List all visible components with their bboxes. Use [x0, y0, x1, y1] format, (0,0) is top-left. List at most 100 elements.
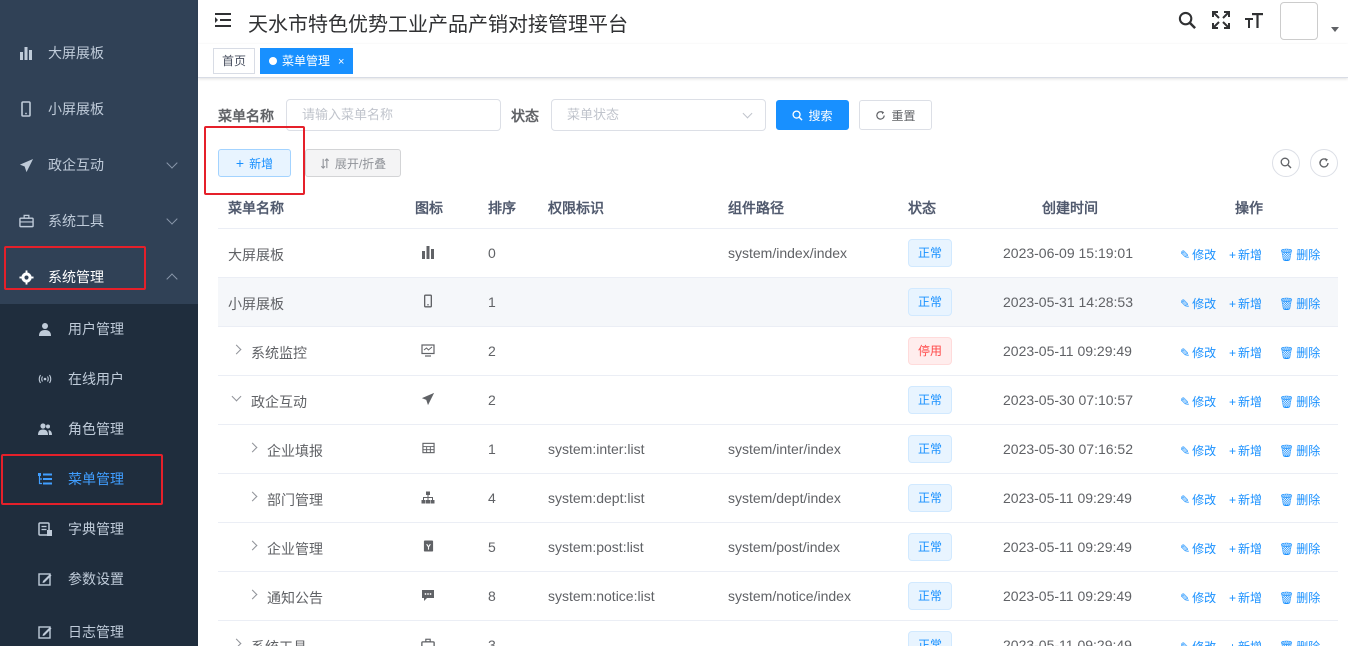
- search-icon[interactable]: [1177, 10, 1197, 30]
- tag-home[interactable]: 首页: [213, 48, 256, 74]
- tag-menu-management[interactable]: 菜单管理 ×: [260, 48, 354, 74]
- table-row[interactable]: 大屏展板 0 system/index/index 正常 2023-06-09 …: [218, 229, 1338, 278]
- sidebar-subitem-dict[interactable]: 字典管理: [0, 504, 198, 554]
- edit-icon: ✎: [1180, 443, 1191, 458]
- delete-button[interactable]: 🗑删除: [1279, 442, 1320, 459]
- sidebar-subitem-logs[interactable]: 日志管理: [0, 607, 198, 646]
- table-row[interactable]: 部门管理 4 system:dept:list system/dept/inde…: [218, 474, 1338, 523]
- table-row[interactable]: 小屏展板 1 正常 2023-05-31 14:28:53 ✎ 修改 + 新增 🗑 删…: [218, 278, 1338, 327]
- trash-icon: 🗑: [1279, 492, 1295, 507]
- delete-button[interactable]: 🗑删除: [1279, 540, 1320, 557]
- edit-button[interactable]: ✎修改: [1180, 442, 1216, 459]
- delete-label: 删除: [1296, 493, 1321, 507]
- add-child-button[interactable]: +新增: [1229, 246, 1262, 263]
- close-icon[interactable]: ×: [338, 56, 344, 68]
- add-child-button[interactable]: +新增: [1229, 540, 1262, 557]
- plus-icon: +: [1229, 443, 1237, 458]
- avatar[interactable]: [1280, 2, 1318, 40]
- delete-button[interactable]: 🗑删除: [1279, 491, 1320, 508]
- expand-row-icon[interactable]: [247, 442, 258, 453]
- delete-button[interactable]: 🗑删除: [1279, 295, 1320, 312]
- caret-down-icon[interactable]: [1331, 27, 1339, 32]
- active-dot-icon: [269, 57, 277, 65]
- sidebar-item-big-screen[interactable]: 大屏展板: [0, 25, 198, 81]
- path-cell: system/index/index: [728, 245, 848, 261]
- edit-button[interactable]: ✎修改: [1180, 393, 1216, 410]
- table-row[interactable]: 企业管理 5 system:post:list system/post/inde…: [218, 523, 1338, 572]
- edit-button[interactable]: ✎修改: [1180, 589, 1216, 606]
- delete-button[interactable]: 🗑删除: [1279, 589, 1320, 606]
- font-size-icon[interactable]: [1244, 10, 1264, 30]
- toolbox-icon: [18, 213, 34, 229]
- order-cell: 4: [488, 490, 496, 506]
- add-child-button[interactable]: +新增: [1229, 344, 1262, 361]
- edit-button[interactable]: ✎修改: [1180, 295, 1216, 312]
- edit-button[interactable]: ✎修改: [1180, 638, 1216, 646]
- expand-row-icon[interactable]: [231, 638, 242, 646]
- expand-row-icon[interactable]: [231, 344, 242, 355]
- path-cell: system/notice/index: [728, 588, 851, 604]
- sidebar-item-label: 在线用户: [68, 371, 124, 387]
- created-time-cell: 2023-05-30 07:16:52: [1003, 441, 1133, 457]
- sidebar-item-small-screen[interactable]: 小屏展板: [0, 81, 198, 137]
- reset-button[interactable]: 重置: [859, 100, 932, 130]
- edit-icon: ✎: [1180, 296, 1191, 311]
- online-icon: [38, 372, 52, 386]
- created-time-cell: 2023-05-11 09:29:49: [1003, 343, 1132, 359]
- paper-plane-icon: [420, 391, 436, 407]
- edit-button[interactable]: ✎修改: [1180, 491, 1216, 508]
- delete-button[interactable]: 🗑删除: [1279, 393, 1320, 410]
- expand-row-icon[interactable]: [247, 491, 258, 502]
- delete-button[interactable]: 🗑删除: [1279, 246, 1320, 263]
- add-label: 新增: [1238, 444, 1263, 458]
- status-label: 状态: [511, 108, 539, 124]
- edit-button[interactable]: ✎修改: [1180, 344, 1216, 361]
- table-row[interactable]: 通知公告 8 system:notice:list system/notice/…: [218, 572, 1338, 621]
- table-row[interactable]: 系统监控 2 停用 2023-05-11 09:29:49 ✎ 修改 + 新增 🗑 删…: [218, 327, 1338, 376]
- add-child-button[interactable]: +新增: [1229, 393, 1262, 410]
- add-child-button[interactable]: +新增: [1229, 638, 1262, 646]
- status-badge: 正常: [908, 533, 953, 561]
- hamburger-icon[interactable]: [214, 10, 234, 30]
- expand-row-icon[interactable]: [247, 589, 258, 600]
- add-child-button[interactable]: +新增: [1229, 442, 1262, 459]
- refresh-button[interactable]: [1310, 149, 1338, 177]
- tag-label: 菜单管理: [282, 54, 331, 68]
- delete-button[interactable]: 🗑删除: [1279, 638, 1320, 646]
- edit-button[interactable]: ✎修改: [1180, 246, 1216, 263]
- sidebar-item-gov-interaction[interactable]: 政企互动: [0, 137, 198, 193]
- highlight-box-system-management: [4, 246, 146, 290]
- plus-icon: +: [1229, 541, 1237, 556]
- add-label: 新增: [1238, 297, 1263, 311]
- sidebar-subitem-online[interactable]: 在线用户: [0, 354, 198, 404]
- sidebar-subitem-roles[interactable]: 角色管理: [0, 404, 198, 454]
- sidebar-subitem-params[interactable]: 参数设置: [0, 554, 198, 604]
- expand-row-icon[interactable]: [247, 540, 258, 551]
- table-row[interactable]: 系统工具 3 正常 2023-05-11 09:29:49 ✎修改 +新增 🗑删…: [218, 621, 1338, 646]
- add-child-button[interactable]: +新增: [1229, 295, 1262, 312]
- sidebar-item-system-tools[interactable]: 系统工具: [0, 193, 198, 249]
- collapse-row-icon[interactable]: [231, 391, 242, 402]
- toggle-search-button[interactable]: [1272, 149, 1300, 177]
- path-cell: system/post/index: [728, 539, 841, 555]
- plus-icon: +: [1229, 296, 1237, 311]
- status-badge: 停用: [908, 337, 953, 365]
- menu-name-input[interactable]: 请输入菜单名称: [286, 99, 501, 131]
- delete-button[interactable]: 🗑删除: [1279, 344, 1320, 361]
- column-header: 菜单名称: [228, 200, 284, 216]
- table-row[interactable]: 企业填报 1 system:inter:list system/inter/in…: [218, 425, 1338, 474]
- trash-icon: 🗑: [1279, 394, 1295, 409]
- column-header: 图标: [415, 200, 443, 216]
- status-select[interactable]: 菜单状态: [551, 99, 766, 131]
- add-child-button[interactable]: +新增: [1229, 589, 1262, 606]
- table-row[interactable]: 政企互动 2 正常 2023-05-30 07:10:57 ✎ 修改 + 新增 🗑 删…: [218, 376, 1338, 425]
- fullscreen-icon[interactable]: [1211, 10, 1231, 30]
- edit-button[interactable]: ✎修改: [1180, 540, 1216, 557]
- order-cell: 1: [488, 294, 496, 310]
- path-cell: system/dept/index: [728, 490, 841, 506]
- search-button[interactable]: 搜索: [776, 100, 849, 130]
- add-child-button[interactable]: +新增: [1229, 491, 1262, 508]
- sidebar-subitem-users[interactable]: 用户管理: [0, 304, 198, 354]
- expand-collapse-button[interactable]: 展开/折叠: [305, 149, 401, 177]
- sidebar-item-label: 用户管理: [68, 321, 124, 337]
